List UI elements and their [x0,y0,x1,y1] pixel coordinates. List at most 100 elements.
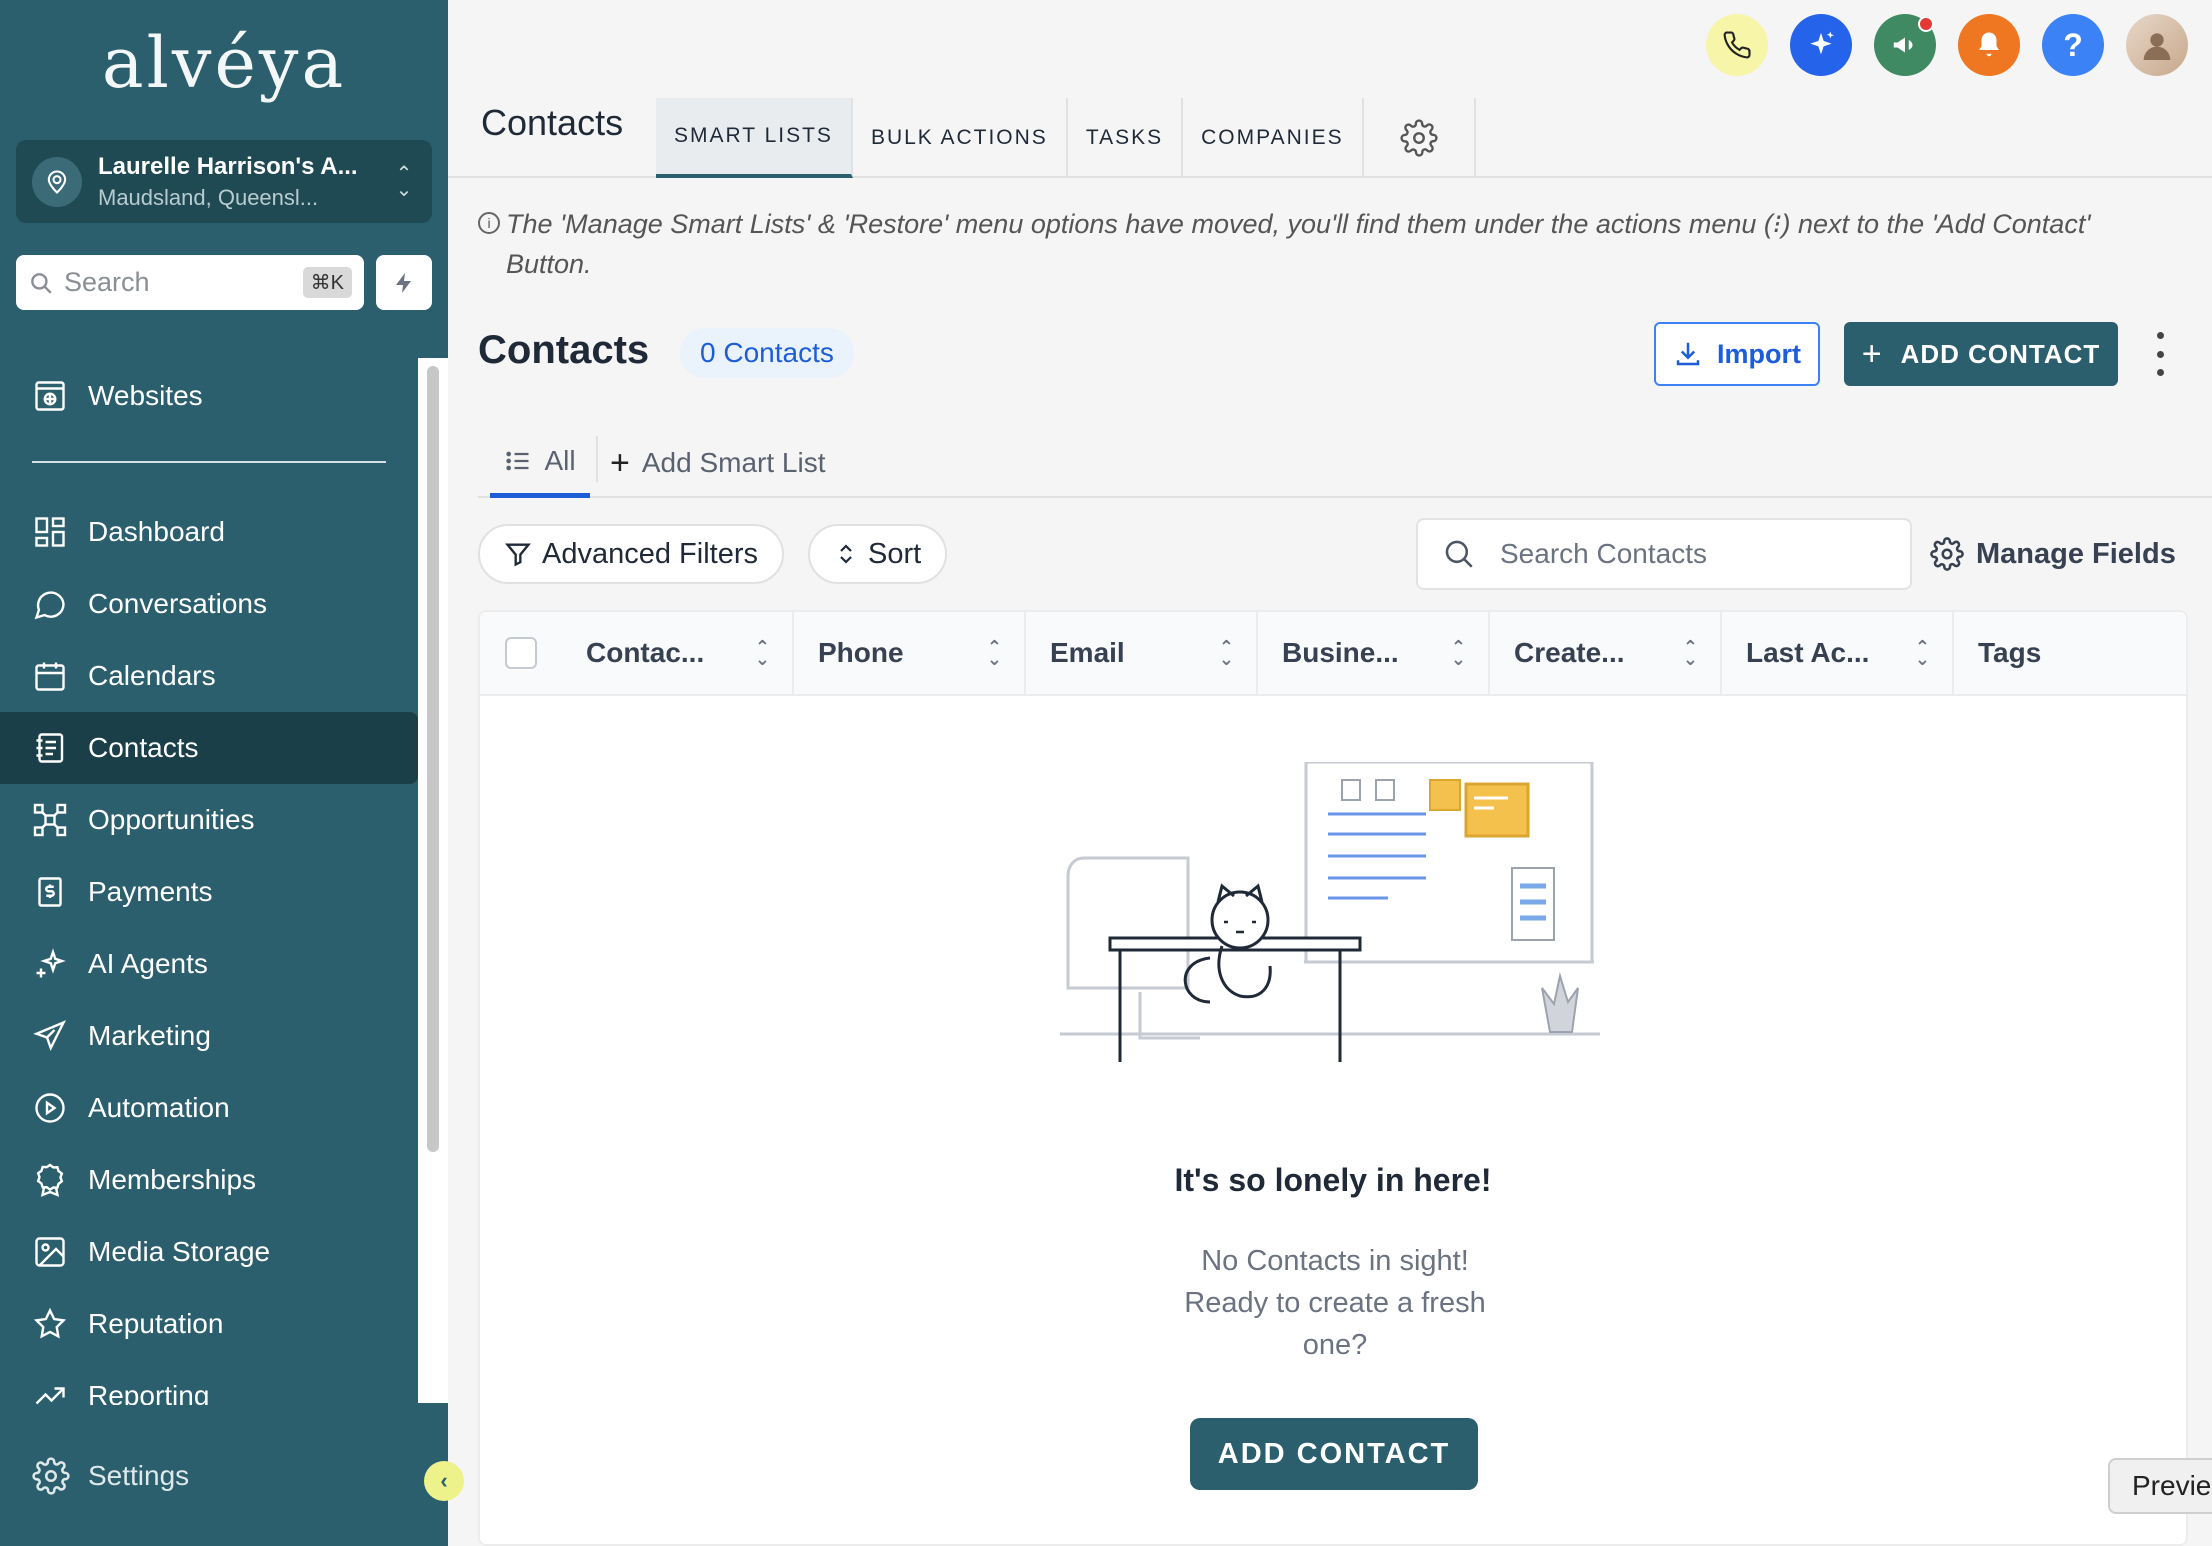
column-header-phone[interactable]: Phone ⌃ ⌄ [794,612,1026,694]
brand-logo: alvéya [101,22,347,104]
contact-card-icon [36,733,64,763]
sidebar-item-conversations[interactable]: Conversations [0,568,418,640]
star-icon [33,1307,67,1339]
tab-settings[interactable] [1364,98,1476,178]
search-icon [31,272,52,294]
sidebar-item-payments[interactable]: Payments [0,856,418,928]
column-label: Busine... [1282,637,1399,668]
top-icons: ? [1706,14,2188,76]
add-smart-list-button[interactable]: + Add Smart List [610,428,826,498]
tab-smart-lists[interactable]: SMART LISTS [656,98,853,178]
sidebar-item-reporting[interactable]: Reporting [0,1360,418,1405]
column-label: Create... [1514,637,1625,668]
subtab-divider [596,436,598,482]
sidebar-nav: Websites Dashboard Conversations Calenda… [0,360,418,1405]
sidebar-item-dashboard[interactable]: Dashboard [0,496,418,568]
globe-window-icon [35,381,65,411]
user-icon [2143,33,2171,60]
chevron-left-icon: ‹ [440,1468,448,1493]
tab-bulk-actions[interactable]: BULK ACTIONS [853,98,1068,178]
sidebar: alvéya Laurelle Harrison's A... Maudslan… [0,0,464,1546]
sidebar-item-label: Dashboard [88,516,225,547]
page-title: Contacts [481,102,624,143]
sidebar-item-label: Websites [88,380,203,411]
column-header-email[interactable]: Email ⌃ ⌄ [1026,612,1258,694]
smart-list-tabs: All + Add Smart List [478,428,2212,498]
add-contact-label: ADD CONTACT [1900,338,2101,369]
phone-button[interactable] [1706,14,1768,76]
sidebar-item-contacts[interactable]: Contacts [0,712,418,784]
tab-companies[interactable]: COMPANIES [1183,98,1364,178]
sidebar-item-label: Conversations [88,588,267,619]
import-button[interactable]: Import [1654,322,1820,386]
column-label: Tags [1978,637,2042,668]
column-header-created[interactable]: Create... ⌃ ⌄ [1490,612,1722,694]
sort-arrows-icon: ⌃ ⌄ [754,637,770,669]
sidebar-item-marketing[interactable]: Marketing [0,1000,418,1072]
sidebar-item-media-storage[interactable]: Media Storage [0,1216,418,1288]
add-smart-list-label: Add Smart List [641,447,826,478]
account-location: Maudsland, Queensl... [98,184,319,210]
megaphone-icon [1893,37,1913,53]
select-all-checkbox[interactable] [480,612,562,694]
collapse-sidebar-button[interactable]: ‹ [424,1461,464,1501]
sidebar-item-reputation[interactable]: Reputation [0,1288,418,1360]
smart-list-all[interactable]: All [490,428,590,498]
empty-state-add-contact-button[interactable]: ADD CONTACT [1190,1418,1478,1490]
search-contacts-input[interactable]: Search Contacts [1416,518,1912,590]
empty-state-illustration [1060,762,1600,1062]
account-switcher[interactable]: Laurelle Harrison's A... Maudsland, Quee… [16,140,432,223]
filter-icon [505,543,531,567]
column-label: Contac... [586,637,705,668]
column-header-last-activity[interactable]: Last Ac... ⌃ ⌄ [1722,612,1954,694]
sidebar-item-settings[interactable]: Settings [32,1457,189,1495]
sort-arrows-icon: ⌃ ⌄ [1218,637,1234,669]
sidebar-item-automation[interactable]: Automation [0,1072,418,1144]
tab-tasks[interactable]: TASKS [1068,98,1184,178]
ai-assistant-button[interactable] [1790,14,1852,76]
manage-fields-button[interactable]: Manage Fields [1930,518,2176,590]
sidebar-item-memberships[interactable]: Memberships [0,1144,418,1216]
sidebar-item-label: Automation [88,1092,230,1123]
preview-tooltip[interactable]: Previe [2108,1458,2212,1514]
sparkle-icon [1810,31,1834,55]
sidebar-item-websites[interactable]: Websites [0,360,418,432]
sidebar-item-label: Payments [88,876,213,907]
dollar-receipt-icon [38,877,62,907]
calendar-icon [35,662,65,691]
sidebar-scrollbar[interactable] [427,366,439,1152]
sidebar-item-calendars[interactable]: Calendars [0,640,418,712]
advanced-filters-button[interactable]: Advanced Filters [478,524,784,584]
help-button[interactable]: ? [2042,14,2104,76]
sort-button[interactable]: Sort [808,524,948,584]
download-icon [1676,342,1700,366]
sidebar-item-opportunities[interactable]: Opportunities [0,784,418,856]
actions-menu-button[interactable] [2152,332,2168,376]
search-shortcut: ⌘K [302,267,352,298]
column-label: Email [1050,637,1125,668]
column-header-business[interactable]: Busine... ⌃ ⌄ [1258,612,1490,694]
sidebar-item-label: Reputation [88,1308,224,1339]
add-contact-button[interactable]: + ADD CONTACT [1844,322,2118,386]
trend-line-icon [35,1387,65,1405]
sort-label: Sort [868,537,922,570]
sidebar-item-label: Calendars [88,660,216,691]
notice-text: The 'Manage Smart Lists' & 'Restore' men… [506,209,2091,279]
account-name: Laurelle Harrison's A... [98,152,358,180]
sidebar-item-label: AI Agents [88,948,208,979]
column-header-contact[interactable]: Contac... ⌃ ⌄ [562,612,794,694]
quick-action-button[interactable] [376,255,432,310]
search-contacts-placeholder: Search Contacts [1500,538,1707,569]
user-avatar[interactable] [2126,14,2188,76]
play-circle-icon [35,1093,65,1123]
search-icon [1445,540,1473,568]
column-header-tags[interactable]: Tags [1954,612,2186,694]
announcements-button[interactable] [1874,14,1936,76]
top-header: Contacts SMART LISTS BULK ACTIONS TASKS … [448,0,2212,178]
sidebar-item-label: Contacts [88,732,199,763]
notifications-button[interactable] [1958,14,2020,76]
sidebar-item-ai-agents[interactable]: AI Agents [0,928,418,1000]
contacts-count-badge: 0 Contacts [680,328,854,378]
info-icon: i [478,212,500,234]
sidebar-search[interactable]: Search ⌘K [16,255,364,310]
